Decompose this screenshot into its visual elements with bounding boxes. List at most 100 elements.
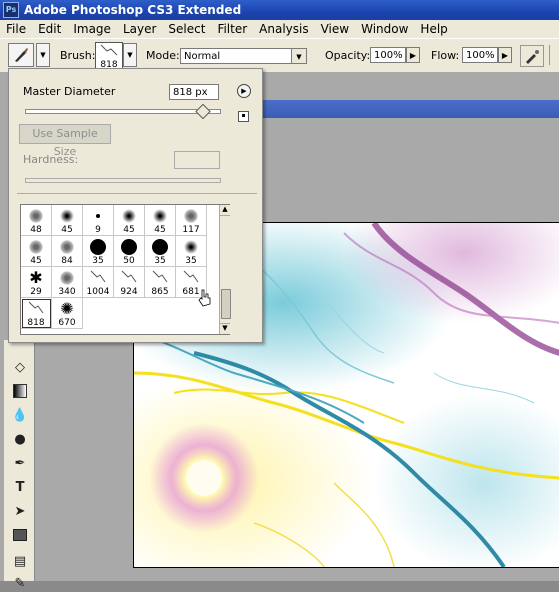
mode-select[interactable]: Normal ▼ (180, 48, 307, 64)
flow-slider-toggle[interactable]: ▶ (498, 47, 512, 63)
new-preset-icon[interactable]: ▪ (238, 111, 249, 122)
play-arrow-icon: ▶ (501, 51, 509, 60)
brush-preset-45[interactable]: 45 (21, 236, 52, 267)
hard-round-brush-icon (96, 214, 100, 218)
lightning-brush-icon (27, 300, 45, 319)
picker-menu-button[interactable]: ▶ (237, 84, 251, 98)
brush-picker-dropdown[interactable]: ▼ (123, 43, 137, 67)
brush-size-label: 45 (61, 225, 73, 235)
path-selection-tool-icon[interactable]: ➤ (11, 502, 29, 520)
type-tool-icon[interactable]: T (11, 478, 29, 496)
brush-preset-1004[interactable]: 1004 (83, 267, 114, 298)
hard-round-brush-icon (90, 239, 106, 255)
butterfly-brush-icon: ✱ (29, 268, 43, 287)
title-bar: Ps Adobe Photoshop CS3 Extended (0, 0, 559, 20)
brush-size-label: 1004 (86, 287, 110, 297)
menu-bar: File Edit Image Layer Select Filter Anal… (0, 20, 559, 38)
brush-preset-340[interactable]: 340 (52, 267, 83, 298)
scroll-thumb[interactable] (221, 289, 231, 319)
tools-panel: ◇ 💧 ● ✒ T ➤ ▤ ✎ (4, 340, 35, 591)
airbrush-icon (526, 50, 539, 64)
scroll-down-icon[interactable]: ▼ (220, 323, 230, 334)
brush-size-label: 35 (92, 256, 104, 266)
dodge-tool-icon[interactable]: ● (11, 430, 29, 448)
brush-size-label: 670 (58, 318, 76, 328)
slider-thumb[interactable] (194, 103, 211, 120)
lightning-brush-icon (151, 269, 169, 288)
brush-grid-scrollbar[interactable]: ▲ ▼ (219, 205, 231, 334)
master-diameter-input[interactable]: 818 px (169, 84, 219, 100)
use-sample-size-button[interactable]: Use Sample Size (19, 124, 111, 158)
airbrush-toggle[interactable] (520, 45, 544, 67)
menu-image[interactable]: Image (67, 22, 117, 36)
brush-size-label: 818 (27, 318, 45, 328)
eyedropper-tool-icon[interactable]: ✎ (11, 574, 29, 592)
brush-preset-35[interactable]: 35 (83, 236, 114, 267)
menu-layer[interactable]: Layer (117, 22, 162, 36)
brush-preset-48[interactable]: 48 (21, 205, 52, 236)
brush-preset-29[interactable]: ✱ 29 (21, 267, 52, 298)
brush-preset-9[interactable]: 9 (83, 205, 114, 236)
brush-size-label: 35 (154, 256, 166, 266)
rectangle-shape-tool-icon[interactable] (11, 526, 29, 544)
brush-preset-35[interactable]: 35 (145, 236, 176, 267)
brush-size-label: 48 (30, 225, 42, 235)
brush-preset-117[interactable]: 117 (176, 205, 207, 236)
blur-tool-icon[interactable]: 💧 (11, 406, 29, 424)
brush-preset-50[interactable]: 50 (114, 236, 145, 267)
texture-brush-icon (60, 240, 74, 254)
hardness-label: Hardness: (23, 153, 79, 166)
opacity-input[interactable]: 100% (370, 47, 406, 63)
brush-preset-35[interactable]: 35 (176, 236, 207, 267)
brush-preset-84[interactable]: 84 (52, 236, 83, 267)
brush-size-label: 340 (58, 287, 76, 297)
menu-analysis[interactable]: Analysis (253, 22, 314, 36)
master-diameter-slider[interactable] (25, 103, 221, 120)
chevron-down-icon: ▼ (291, 49, 306, 63)
menu-select[interactable]: Select (162, 22, 211, 36)
texture-brush-icon (29, 240, 43, 254)
tool-preset-dropdown[interactable]: ▼ (36, 43, 50, 67)
divider (17, 193, 257, 194)
brush-size-label: 45 (154, 225, 166, 235)
pen-tool-icon[interactable]: ✒ (11, 454, 29, 472)
eraser-tool-icon[interactable]: ◇ (11, 358, 29, 376)
brush-preset-45[interactable]: 45 (114, 205, 145, 236)
brush-size-label: 117 (182, 225, 200, 235)
menu-filter[interactable]: Filter (211, 22, 253, 36)
photoshop-app-icon: Ps (3, 2, 19, 18)
brush-preset-45[interactable]: 45 (145, 205, 176, 236)
menu-view[interactable]: View (315, 22, 355, 36)
menu-help[interactable]: Help (414, 22, 453, 36)
brush-tool-icon (15, 48, 28, 62)
brush-size-label: 45 (123, 225, 135, 235)
brush-label: Brush: (60, 49, 96, 62)
chevron-down-icon: ▼ (40, 51, 46, 59)
brush-preset-670[interactable]: ✺ 670 (52, 298, 83, 329)
texture-brush-icon (29, 209, 43, 223)
notes-tool-icon[interactable]: ▤ (11, 552, 29, 570)
flow-input[interactable]: 100% (462, 47, 498, 63)
soft-round-brush-icon (122, 209, 136, 223)
window-title: Adobe Photoshop CS3 Extended (24, 3, 242, 17)
hardness-input[interactable] (174, 151, 220, 169)
chevron-down-icon: ▼ (127, 51, 133, 59)
opacity-label: Opacity: (325, 49, 371, 62)
texture-brush-icon (60, 271, 74, 285)
gradient-tool-icon[interactable] (11, 382, 29, 400)
brush-size-label: 50 (123, 256, 135, 266)
lightning-brush-icon (120, 269, 138, 288)
menu-edit[interactable]: Edit (32, 22, 67, 36)
brush-preset-924[interactable]: 924 (114, 267, 145, 298)
menu-file[interactable]: File (0, 22, 32, 36)
tool-preset-picker[interactable] (8, 43, 34, 67)
scroll-up-icon[interactable]: ▲ (220, 205, 230, 216)
brush-preset-45[interactable]: 45 (52, 205, 83, 236)
brush-preset-865[interactable]: 865 (145, 267, 176, 298)
menu-window[interactable]: Window (355, 22, 414, 36)
opacity-slider-toggle[interactable]: ▶ (406, 47, 420, 63)
mode-label: Mode: (146, 49, 180, 62)
hardness-slider[interactable] (25, 178, 221, 183)
brush-preset-818[interactable]: 818 (21, 298, 52, 329)
brush-size-label: 9 (95, 225, 101, 235)
